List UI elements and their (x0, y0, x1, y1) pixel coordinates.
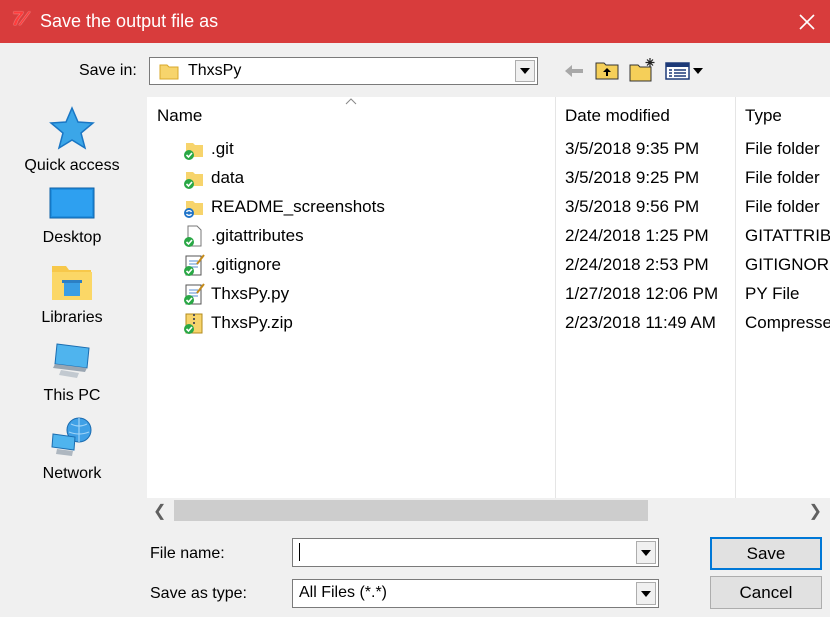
title-bar: 7⁄ Save the output file as (0, 0, 830, 43)
file-date: 1/27/2018 12:06 PM (565, 284, 719, 303)
sort-up-icon (345, 98, 357, 105)
column-header-label: Date modified (565, 106, 670, 125)
file-name: .git (211, 139, 234, 158)
file-type: Compressed (745, 313, 830, 332)
file-row[interactable]: README_screenshots 3/5/2018 9:56 PM File… (147, 193, 830, 222)
column-header-label: Name (157, 106, 203, 125)
place-label: Quick access (24, 157, 120, 174)
column-header-name[interactable]: Name (147, 97, 555, 133)
scroll-left-icon[interactable]: ❮ (153, 501, 166, 521)
file-name-label: File name: (150, 545, 225, 562)
file-row[interactable]: .gitattributes 2/24/2018 1:25 PM GITATTR… (147, 222, 830, 251)
file-date: 2/24/2018 2:53 PM (565, 255, 709, 274)
file-list[interactable]: Name Date modified Type .git 3/5/2018 9:… (147, 97, 830, 498)
file-name: data (211, 168, 245, 187)
save-as-type-dropdown[interactable]: All Files (*.*) (292, 579, 659, 608)
column-header-date[interactable]: Date modified (555, 97, 735, 133)
new-folder-icon (629, 58, 655, 82)
new-folder-button[interactable] (629, 57, 657, 83)
file-name-value[interactable] (299, 543, 300, 561)
file-row[interactable]: .gitignore 2/24/2018 2:53 PM GITIGNORE (147, 251, 830, 280)
tk-app-icon: 7⁄ (12, 9, 26, 30)
save-button[interactable]: Save (710, 537, 822, 570)
network-icon (51, 417, 92, 456)
view-menu-button[interactable] (664, 60, 706, 82)
file-name: .gitattributes (211, 226, 304, 245)
file-date: 2/23/2018 11:49 AM (565, 313, 716, 332)
notepad-synced-icon (184, 283, 205, 305)
chevron-down-icon (520, 68, 530, 74)
save-in-dropdown-arrow[interactable] (515, 60, 535, 82)
computer-icon (53, 343, 90, 378)
place-network[interactable]: Network (6, 416, 138, 483)
save-in-value: ThxsPy (188, 62, 242, 79)
column-header-type[interactable]: Type (735, 97, 830, 133)
place-quick-access[interactable]: Quick access (6, 106, 138, 175)
view-details-icon (665, 62, 703, 80)
cancel-button[interactable]: Cancel (710, 576, 822, 609)
file-synced-icon (184, 225, 202, 247)
file-name-field[interactable] (292, 538, 659, 567)
file-name: ThxsPy.py (211, 284, 290, 303)
back-button[interactable] (562, 61, 586, 81)
save-in-dropdown[interactable]: ThxsPy (149, 57, 538, 85)
save-as-type-dropdown-arrow[interactable] (636, 582, 656, 605)
folder-up-icon (595, 62, 619, 80)
file-name: ThxsPy.zip (211, 313, 293, 332)
column-header-label: Type (745, 106, 782, 125)
file-date: 3/5/2018 9:25 PM (565, 168, 700, 187)
place-desktop[interactable]: Desktop (6, 186, 138, 247)
place-label: Network (42, 465, 102, 482)
save-in-label: Save in: (79, 62, 137, 79)
folder-synced-icon (184, 143, 203, 160)
up-one-level-button[interactable] (594, 58, 620, 82)
desktop-icon (49, 187, 95, 219)
scrollbar-thumb[interactable] (174, 500, 648, 521)
file-row[interactable]: ThxsPy.py 1/27/2018 12:06 PM PY File (147, 280, 830, 309)
file-type: File folder (745, 139, 820, 158)
chevron-down-icon (641, 549, 651, 556)
folder-synced-icon (184, 172, 203, 189)
file-row[interactable]: ThxsPy.zip 2/23/2018 11:49 AM Compressed (147, 309, 830, 338)
place-label: Libraries (41, 309, 103, 326)
close-button[interactable] (784, 0, 830, 43)
file-type: GITATTRIBUTES (745, 226, 830, 245)
file-type: File folder (745, 197, 820, 216)
file-type: File folder (745, 168, 820, 187)
save-as-type-value: All Files (*.*) (299, 584, 388, 601)
file-row[interactable]: .git 3/5/2018 9:35 PM File folder (147, 135, 830, 164)
place-label: This PC (43, 387, 101, 404)
star-icon (49, 106, 95, 150)
back-arrow-icon (565, 65, 583, 77)
folder-syncing-icon (184, 201, 203, 218)
place-label: Desktop (42, 229, 102, 246)
folder-icon (159, 64, 179, 80)
place-this-pc[interactable]: This PC (6, 340, 138, 405)
close-icon (799, 13, 815, 30)
file-name: README_screenshots (211, 197, 385, 216)
save-as-type-label: Save as type: (150, 585, 247, 602)
horizontal-scrollbar[interactable]: ❮ ❯ (147, 498, 830, 523)
file-name-dropdown-arrow[interactable] (636, 541, 656, 564)
zip-synced-icon (184, 313, 203, 334)
scroll-right-icon[interactable]: ❯ (809, 501, 822, 521)
chevron-down-icon (641, 590, 651, 597)
libraries-icon (52, 266, 92, 300)
file-row[interactable]: data 3/5/2018 9:25 PM File folder (147, 164, 830, 193)
notepad-synced-icon (184, 254, 205, 276)
file-type: GITIGNORE (745, 255, 830, 274)
file-date: 3/5/2018 9:56 PM (565, 197, 700, 216)
file-name: .gitignore (211, 255, 281, 274)
place-libraries[interactable]: Libraries (6, 262, 138, 327)
file-type: PY File (745, 284, 800, 303)
window-title: Save the output file as (40, 11, 219, 31)
file-date: 3/5/2018 9:35 PM (565, 139, 700, 158)
file-date: 2/24/2018 1:25 PM (565, 226, 709, 245)
